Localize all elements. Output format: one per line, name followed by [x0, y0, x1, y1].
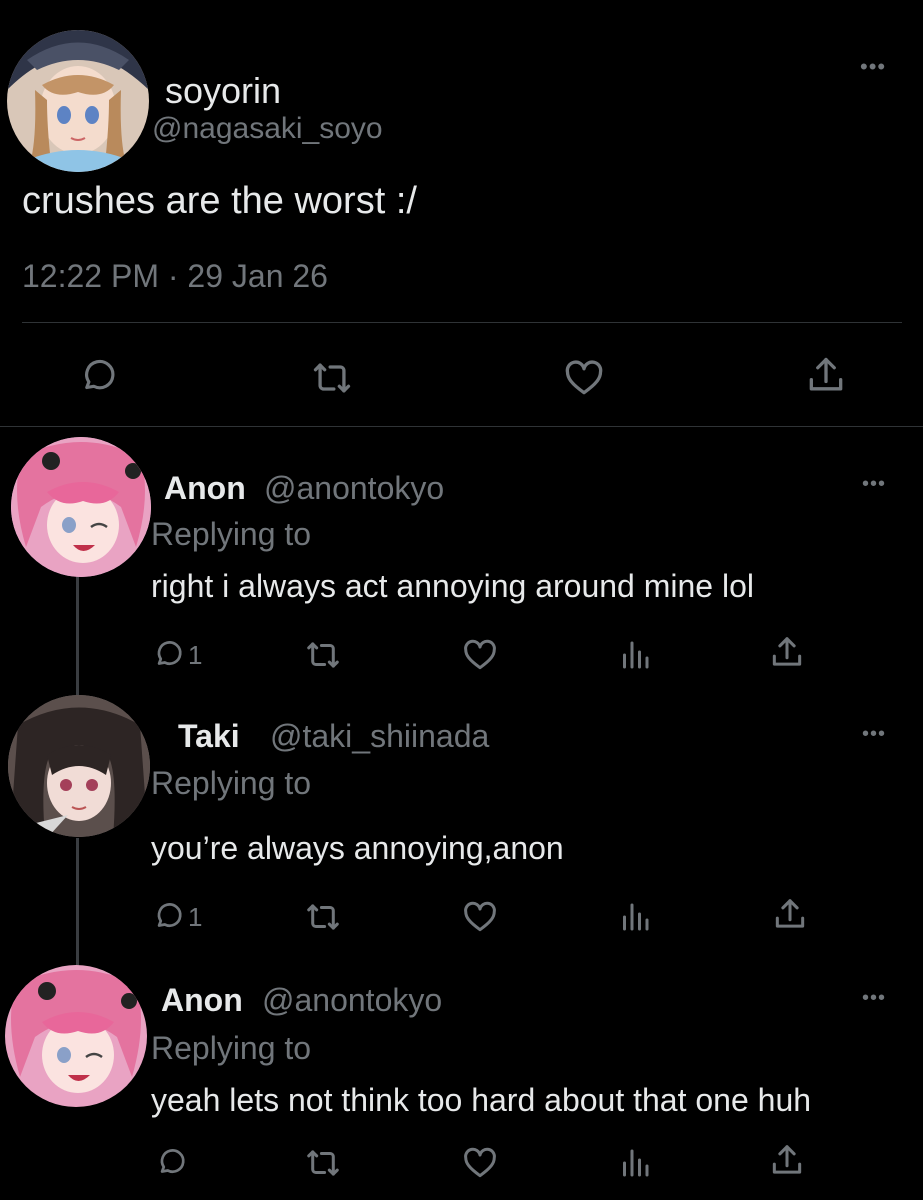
more-icon[interactable]: ••• — [862, 474, 886, 494]
retweet-button[interactable] — [304, 1144, 342, 1182]
reply-button[interactable] — [78, 356, 120, 398]
tweet-timestamp[interactable]: 12:22 PM · 29 Jan 26 — [22, 258, 328, 295]
like-icon — [464, 1147, 496, 1178]
reply-icon — [157, 903, 182, 928]
like-icon — [565, 360, 603, 395]
reply-count: 1 — [188, 901, 203, 932]
retweet-button[interactable] — [310, 356, 354, 400]
like-button[interactable] — [461, 1144, 499, 1182]
reply-button[interactable] — [155, 1146, 189, 1180]
like-button[interactable] — [461, 898, 499, 936]
reply-text: right i always act annoying around mine … — [151, 568, 754, 604]
more-icon[interactable]: ••• — [862, 724, 886, 744]
share-icon — [772, 1145, 802, 1174]
replying-to-label: Replying to — [151, 516, 312, 552]
like-icon — [464, 901, 496, 932]
reply-author-handle[interactable]: @anontokyo — [264, 470, 444, 507]
like-button[interactable] — [461, 636, 499, 674]
reply-text: you’re always annoying,anon — [151, 830, 564, 866]
retweet-icon — [307, 1150, 339, 1176]
share-icon — [775, 899, 805, 928]
share-button[interactable] — [771, 896, 809, 934]
retweet-icon — [307, 904, 339, 930]
avatar-anon[interactable] — [5, 965, 147, 1107]
replying-to-label: Replying to — [151, 1030, 312, 1066]
reply-count: 1 — [188, 639, 203, 670]
retweet-button[interactable] — [304, 898, 342, 936]
reply-button[interactable]: 1 — [152, 638, 202, 672]
reply-icon — [160, 1149, 185, 1174]
views-icon — [623, 1149, 649, 1177]
reply-icon — [157, 641, 182, 666]
reply-author-handle[interactable]: @anontokyo — [262, 982, 442, 1019]
like-button[interactable] — [562, 356, 606, 400]
replying-to-label: Replying to — [151, 765, 312, 801]
views-button[interactable] — [617, 1145, 653, 1181]
more-icon[interactable]: ••• — [862, 988, 886, 1008]
thread-line — [76, 838, 79, 968]
views-button[interactable] — [617, 899, 653, 935]
divider — [0, 426, 923, 427]
retweet-button[interactable] — [304, 636, 342, 674]
reply-author-handle[interactable]: @taki_shiinada — [270, 718, 489, 755]
reply-text: yeah lets not think too hard about that … — [151, 1082, 812, 1118]
retweet-icon — [313, 363, 351, 393]
share-icon — [809, 357, 843, 391]
reply-author-name[interactable]: Taki — [178, 718, 240, 755]
avatar-anon[interactable] — [11, 437, 151, 577]
like-icon — [464, 639, 496, 670]
views-button[interactable] — [617, 637, 653, 673]
avatar-taki[interactable] — [8, 695, 150, 837]
share-button[interactable] — [768, 634, 806, 672]
author-handle[interactable]: @nagasaki_soyo — [152, 112, 383, 146]
avatar-soyorin[interactable] — [7, 30, 149, 172]
divider — [22, 322, 902, 323]
retweet-icon — [307, 642, 339, 668]
views-icon — [623, 641, 649, 669]
reply-author-name[interactable]: Anon — [164, 470, 246, 507]
tweet-text: crushes are the worst :/ — [22, 180, 417, 222]
thread-line — [76, 575, 79, 695]
share-button[interactable] — [804, 354, 848, 398]
views-icon — [623, 903, 649, 931]
reply-author-name[interactable]: Anon — [161, 982, 243, 1019]
share-icon — [772, 637, 802, 666]
author-name[interactable]: soyorin — [165, 70, 281, 112]
more-icon[interactable]: ••• — [860, 56, 886, 78]
reply-icon — [85, 359, 115, 390]
share-button[interactable] — [768, 1142, 806, 1180]
reply-button[interactable]: 1 — [152, 900, 202, 934]
